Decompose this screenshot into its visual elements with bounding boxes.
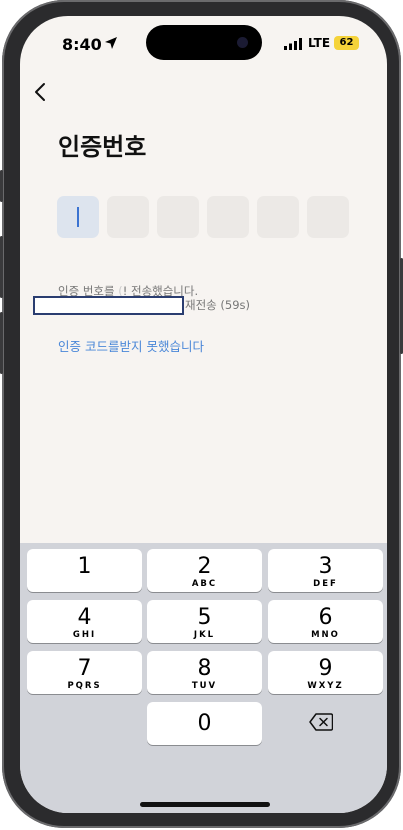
code-digit-box[interactable] [157,196,199,238]
key-8[interactable]: 8 TUV [147,651,262,694]
key-letters: GHI [72,630,97,640]
key-2[interactable]: 2 ABC [147,549,262,592]
key-digit: 4 [77,605,92,630]
key-1[interactable]: 1 [27,549,142,592]
status-bar: 8:40 LTE 62 [20,16,387,70]
key-digit: 6 [318,605,333,630]
code-digit-box[interactable] [107,196,149,238]
key-5[interactable]: 5 JKL [147,600,262,643]
cellular-signal-icon [284,38,302,50]
network-type: LTE [308,36,331,50]
volume-up-button [0,236,3,298]
phone-frame: 8:40 LTE 62 인증번호 인증 번호를 (! 전송했습니다. 재전송 (… [0,0,403,828]
key-letters: MNO [311,630,340,640]
key-0[interactable]: 0 [147,702,262,745]
code-digit-box[interactable] [207,196,249,238]
key-digit: 9 [318,656,333,681]
key-letters: TUV [191,681,218,691]
code-digit-box[interactable] [307,196,349,238]
status-time: 8:40 [62,35,102,54]
key-7[interactable]: 7 PQRS [27,651,142,694]
camera-icon [237,37,248,48]
page-title: 인증번호 [58,133,147,161]
key-6[interactable]: 6 MNO [268,600,383,643]
chevron-left-icon [35,83,45,101]
mute-switch [0,170,3,202]
code-input-group [57,196,349,238]
backspace-icon[interactable] [309,713,333,731]
key-digit: 2 [197,554,212,579]
key-digit: 1 [77,554,92,579]
home-indicator[interactable] [140,802,270,807]
volume-down-button [0,312,3,374]
key-3[interactable]: 3 DEF [268,549,383,592]
redaction-box [33,296,184,315]
screen: 8:40 LTE 62 인증번호 인증 번호를 (! 전송했습니다. 재전송 (… [20,16,387,813]
key-letters: DEF [313,579,338,589]
key-9[interactable]: 9 WXYZ [268,651,383,694]
back-button[interactable] [28,78,52,106]
resend-countdown[interactable]: 재전송 (59s) [185,297,250,313]
code-digit-box[interactable] [257,196,299,238]
not-received-link[interactable]: 인증 코드를받지 못했습니다 [58,336,204,355]
key-4[interactable]: 4 GHI [27,600,142,643]
key-digit: 3 [318,554,333,579]
key-letters: ABC [191,579,218,589]
key-digit: 8 [197,656,212,681]
text-cursor [77,207,79,227]
key-digit: 5 [197,605,212,630]
battery-level: 62 [339,37,354,48]
key-digit: 0 [197,711,212,736]
dynamic-island [146,25,262,60]
code-digit-box[interactable] [57,196,99,238]
key-digit: 7 [77,656,92,681]
key-letters: JKL [193,630,216,640]
numeric-keypad: 1 2 ABC 3 DEF 4 GHI 5 JKL 6 MNO 7 PQRS 8… [20,543,387,813]
location-arrow-icon [105,37,117,49]
key-letters: PQRS [67,681,102,691]
battery-icon: 62 [334,36,359,50]
key-letters: WXYZ [307,681,344,691]
